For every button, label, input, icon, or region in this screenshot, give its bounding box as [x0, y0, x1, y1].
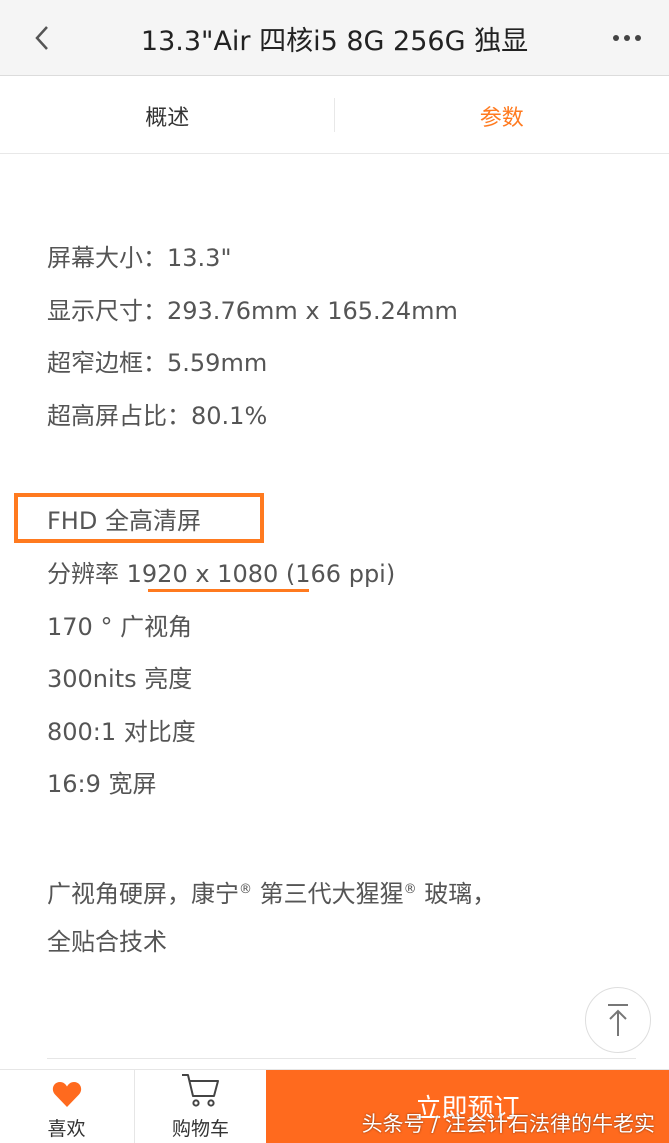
watermark: 头条号 / 注会计石法律的牛老实 — [362, 1108, 655, 1138]
more-button[interactable] — [611, 26, 643, 50]
tab-overview[interactable]: 概述 — [0, 78, 335, 153]
chevron-left-icon — [34, 25, 50, 51]
spec-bezel: 超窄边框：5.59mm — [47, 347, 267, 379]
spec-value: 293.76mm x 165.24mm — [167, 297, 458, 325]
highlight-underline — [148, 589, 309, 592]
back-button[interactable] — [28, 22, 56, 54]
favorite-button[interactable]: 喜欢 — [0, 1070, 133, 1143]
spec-value: 13.3" — [167, 244, 231, 272]
spec-brightness: 300nits 亮度 — [47, 663, 192, 695]
spec-screen-size: 屏幕大小：13.3" — [47, 242, 231, 274]
more-dots-icon — [612, 34, 642, 42]
spec-ppi: (166 ppi) — [286, 560, 395, 588]
spec-resolution-value: 1920 x 1080 — [127, 560, 279, 588]
glass-text: 广视角硬屏，康宁 — [47, 880, 239, 908]
glass-text: 第三代大猩猩 — [252, 880, 404, 908]
spec-aspect: 16:9 宽屏 — [47, 768, 157, 800]
cart-label: 购物车 — [172, 1114, 229, 1141]
spec-glass-line1: 广视角硬屏，康宁® 第三代大猩猩® 玻璃， — [47, 874, 496, 910]
spec-value: 5.59mm — [167, 349, 267, 377]
spec-value: 80.1% — [191, 402, 267, 430]
cart-button[interactable]: 购物车 — [134, 1070, 266, 1143]
spec-label: 屏幕大小： — [47, 244, 167, 272]
registered-mark: ® — [239, 882, 252, 897]
spec-screen-ratio: 超高屏占比：80.1% — [47, 400, 267, 432]
glass-text: 玻璃， — [417, 880, 497, 908]
heart-icon — [52, 1081, 82, 1108]
tab-specs[interactable]: 参数 — [335, 78, 669, 153]
back-to-top-icon — [605, 1002, 631, 1038]
spec-display-dimensions: 显示尺寸：293.76mm x 165.24mm — [47, 295, 458, 327]
tab-divider — [334, 98, 335, 132]
top-nav-bar: 13.3"Air 四核i5 8G 256G 独显 — [0, 0, 669, 76]
spec-resolution: 分辨率 1920 x 1080 (166 ppi) — [47, 558, 395, 590]
favorite-label: 喜欢 — [47, 1114, 85, 1141]
cart-icon — [181, 1072, 221, 1108]
page-title: 13.3"Air 四核i5 8G 256G 独显 — [100, 0, 569, 76]
tab-bar: 概述 参数 — [0, 78, 669, 154]
content-divider — [47, 1058, 636, 1059]
spec-label: 显示尺寸： — [47, 297, 167, 325]
spec-viewing-angle: 170 ° 广视角 — [47, 611, 192, 643]
spec-label: 超窄边框： — [47, 349, 167, 377]
back-to-top-button[interactable] — [585, 987, 651, 1053]
spec-glass-line2: 全贴合技术 — [47, 926, 167, 958]
registered-mark: ® — [404, 882, 417, 897]
spec-label: 分辨率 — [47, 560, 119, 588]
spec-contrast: 800:1 对比度 — [47, 716, 196, 748]
spec-label: 超高屏占比： — [47, 402, 191, 430]
highlight-box — [14, 493, 264, 543]
